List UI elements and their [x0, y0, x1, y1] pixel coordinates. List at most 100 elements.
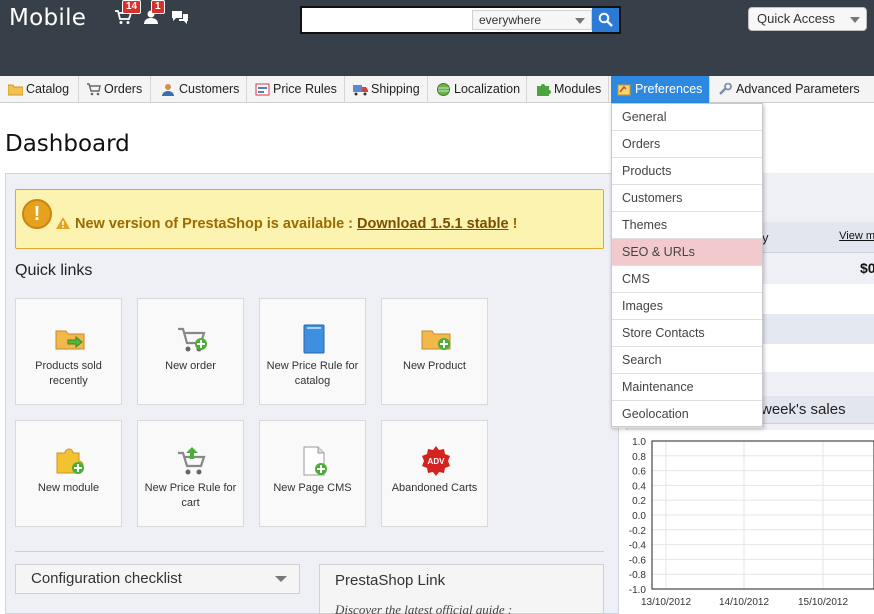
chevron-down-icon — [275, 576, 287, 582]
tab-label: Price Rules — [273, 82, 337, 96]
alert-text: New version of PrestaShop is available : — [75, 216, 358, 232]
prestashop-link-title: PrestaShop Link — [335, 572, 446, 589]
quick-link-label: New Product — [403, 360, 466, 372]
search-button[interactable] — [592, 8, 619, 32]
alert-message: New version of PrestaShop is available :… — [56, 216, 517, 232]
shop-name[interactable]: Mobile — [9, 5, 86, 31]
quick-link-label: New order — [165, 360, 216, 372]
exclamation-icon: ! — [22, 199, 52, 229]
tab-catalog[interactable]: Catalog — [2, 76, 79, 103]
config-checklist-label: Configuration checklist — [31, 570, 182, 587]
tab-customers[interactable]: Customers — [155, 76, 247, 103]
y-tick-label: 0.6 — [632, 467, 646, 478]
sales-chart-title: week's sales — [761, 401, 846, 418]
y-tick-label: -0.4 — [629, 541, 647, 552]
chart-background — [626, 430, 874, 614]
new-customers-notification[interactable]: 1 — [143, 0, 165, 27]
new-orders-notification[interactable]: 14 — [114, 0, 142, 27]
search-scope-value: everywhere — [479, 13, 542, 27]
quick-link-new-order[interactable]: New order — [137, 298, 244, 405]
adv-badge-icon: ADV — [422, 446, 450, 476]
puzzle-icon — [537, 84, 551, 96]
y-tick-label: -0.8 — [629, 570, 647, 581]
main-menu: Catalog Orders Customers Price Rules Shi… — [0, 76, 874, 103]
preferences-menu-item-store-contacts[interactable]: Store Contacts — [612, 320, 762, 347]
x-tick-label: 15/10/2012 — [798, 597, 848, 608]
download-link[interactable]: Download 1.5.1 stable — [357, 216, 509, 232]
y-tick-label: 0.0 — [632, 511, 646, 522]
x-tick-label: 14/10/2012 — [719, 597, 769, 608]
preferences-menu-item-seo-urls[interactable]: SEO & URLs — [612, 239, 762, 266]
preferences-menu-item-customers[interactable]: Customers — [612, 185, 762, 212]
tab-localization[interactable]: Localization — [430, 76, 527, 103]
globe-icon — [437, 83, 450, 96]
products-sold-icon — [55, 330, 85, 350]
configuration-checklist-toggle[interactable]: Configuration checklist — [15, 564, 300, 594]
y-tick-label: -1.0 — [629, 585, 647, 596]
preferences-menu-item-general[interactable]: General — [612, 104, 762, 131]
quick-link-label: New module — [37, 482, 100, 494]
quick-link-new-page-cms[interactable]: New Page CMS — [259, 420, 366, 527]
preferences-menu-item-geolocation[interactable]: Geolocation — [612, 401, 762, 428]
preferences-menu-item-products[interactable]: Products — [612, 158, 762, 185]
quick-link-price-rule-cart[interactable]: New Price Rule for cart — [137, 420, 244, 527]
quick-link-new-module[interactable]: New module — [15, 420, 122, 527]
quick-link-new-product[interactable]: New Product — [381, 298, 488, 405]
y-tick-label: 1.0 — [632, 437, 646, 448]
preferences-menu-item-maintenance[interactable]: Maintenance — [612, 374, 762, 401]
new-product-icon — [421, 330, 451, 350]
quick-access-label: Quick Access — [757, 11, 836, 26]
quick-links-heading: Quick links — [15, 262, 93, 279]
search-scope-select[interactable]: everywhere — [472, 10, 592, 30]
new-module-puzzle-icon — [56, 448, 84, 474]
alert-suffix: ! — [508, 216, 518, 232]
chat-bubbles-icon — [172, 11, 188, 24]
preferences-menu-item-images[interactable]: Images — [612, 293, 762, 320]
preferences-menu-item-themes[interactable]: Themes — [612, 212, 762, 239]
quick-access-select[interactable]: Quick Access — [748, 7, 867, 31]
tab-modules[interactable]: Modules — [530, 76, 609, 103]
tab-label: Orders — [104, 82, 143, 96]
y-tick-label: 0.8 — [632, 452, 646, 463]
tab-label: Preferences — [635, 82, 703, 96]
preferences-menu-item-search[interactable]: Search — [612, 347, 762, 374]
user-icon — [162, 84, 174, 96]
quick-link-label: New Price Rule for cart — [144, 482, 237, 509]
search-input[interactable] — [302, 8, 470, 32]
tab-advanced-parameters[interactable]: Advanced Parameters — [712, 76, 870, 103]
tab-preferences[interactable]: Preferences — [611, 76, 710, 103]
x-tick-label: 13/10/2012 — [641, 597, 691, 608]
prestashop-admin: Mobile 14 1 everywhere Quick Access Cata… — [0, 0, 874, 614]
quick-link-price-rule-catalog[interactable]: New Price Rule for catalog — [259, 298, 366, 405]
new-order-cart-icon — [178, 327, 207, 352]
preferences-menu-item-cms[interactable]: CMS — [612, 266, 762, 293]
wrench-icon — [719, 83, 732, 95]
quick-link-products-sold[interactable]: Products sold recently — [15, 298, 122, 405]
tab-shipping[interactable]: Shipping — [347, 76, 428, 103]
messages-notification[interactable] — [171, 9, 191, 27]
quick-link-label: Abandoned Carts — [391, 482, 478, 494]
quick-link-label: Products sold recently — [35, 360, 102, 387]
price-rule-cart-icon — [178, 447, 206, 475]
prestashop-link-box: PrestaShop Link Discover the latest offi… — [319, 564, 604, 614]
chevron-down-icon — [575, 18, 585, 24]
prestashop-link-subtitle: Discover the latest official guide : — [335, 602, 513, 614]
preferences-dropdown: General Orders Products Customers Themes SEO … — [611, 103, 763, 428]
tab-price-rules[interactable]: Price Rules — [249, 76, 345, 103]
view-more-link[interactable]: View m — [839, 230, 874, 242]
y-tick-label: -0.2 — [629, 526, 647, 537]
page-title: Dashboard — [5, 131, 130, 157]
orders-badge: 14 — [122, 0, 142, 14]
tab-orders[interactable]: Orders — [80, 76, 151, 103]
quick-link-abandoned-carts[interactable]: ADV Abandoned Carts — [381, 420, 488, 527]
preferences-menu-item-orders[interactable]: Orders — [612, 131, 762, 158]
tab-label: Advanced Parameters — [736, 82, 860, 96]
customers-badge: 1 — [151, 0, 165, 14]
quick-link-label: New Page CMS — [273, 482, 352, 494]
search-icon — [598, 12, 613, 27]
tab-label: Modules — [554, 82, 602, 96]
sales-value: $0 — [860, 260, 874, 276]
section-divider — [15, 551, 604, 552]
y-tick-label: 0.2 — [632, 496, 646, 507]
price-tag-icon — [255, 83, 270, 96]
